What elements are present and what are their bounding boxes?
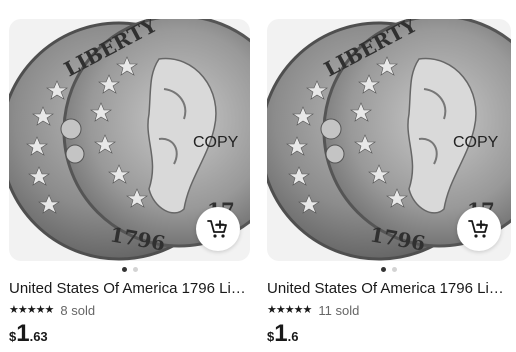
carousel-dot-active[interactable] (381, 267, 386, 272)
carousel-dots (267, 267, 511, 275)
rating-row: ★ ★ ★ ★ ★ 8 sold (9, 302, 96, 318)
add-to-cart-icon (207, 220, 227, 238)
star-icon: ★ (9, 304, 19, 316)
star-rating: ★ ★ ★ ★ ★ (267, 304, 313, 316)
star-icon: ★ (302, 304, 313, 316)
price-fraction: .6 (287, 329, 299, 344)
product-image[interactable]: LIBERTY 1796 17 COPY (9, 19, 250, 261)
product-grid: LIBERTY 1796 17 COPY United States Of Am… (0, 0, 516, 352)
star-icon: ★ (17, 304, 28, 316)
star-icon: ★ (35, 304, 46, 316)
price-whole: 1 (274, 320, 288, 347)
carousel-dot[interactable] (132, 267, 138, 272)
star-icon: ★ (293, 304, 304, 316)
carousel-dots (9, 267, 250, 275)
product-image[interactable]: LIBERTY 1796 17 COPY (267, 19, 511, 261)
copy-watermark: COPY (453, 134, 499, 151)
star-icon: ★ (275, 304, 286, 316)
product-price: $1.63 (9, 321, 48, 350)
add-to-cart-button[interactable] (457, 207, 501, 251)
product-card[interactable]: LIBERTY 1796 17 COPY United States Of Am… (267, 19, 511, 349)
star-icon: ★ (44, 304, 55, 316)
star-icon: ★ (284, 304, 295, 316)
copy-watermark: COPY (193, 134, 239, 151)
carousel-dot[interactable] (392, 267, 397, 272)
add-to-cart-icon (468, 220, 488, 238)
product-title[interactable]: United States Of America 1796 Libe… (9, 280, 250, 298)
carousel-dot-active[interactable] (121, 267, 127, 272)
price-fraction: .63 (29, 329, 48, 344)
price-whole: 1 (16, 320, 30, 347)
product-title[interactable]: United States Of America 1796 Libe… (267, 280, 511, 298)
sold-count: 11 sold (318, 302, 360, 318)
rating-row: ★ ★ ★ ★ ★ 11 sold (267, 302, 360, 318)
star-icon: ★ (267, 304, 277, 316)
product-price: $1.6 (267, 321, 298, 350)
product-card[interactable]: LIBERTY 1796 17 COPY United States Of Am… (9, 19, 250, 349)
star-icon: ★ (26, 304, 37, 316)
add-to-cart-button[interactable] (196, 207, 240, 251)
star-rating: ★ ★ ★ ★ ★ (9, 304, 55, 316)
sold-count: 8 sold (60, 302, 96, 318)
